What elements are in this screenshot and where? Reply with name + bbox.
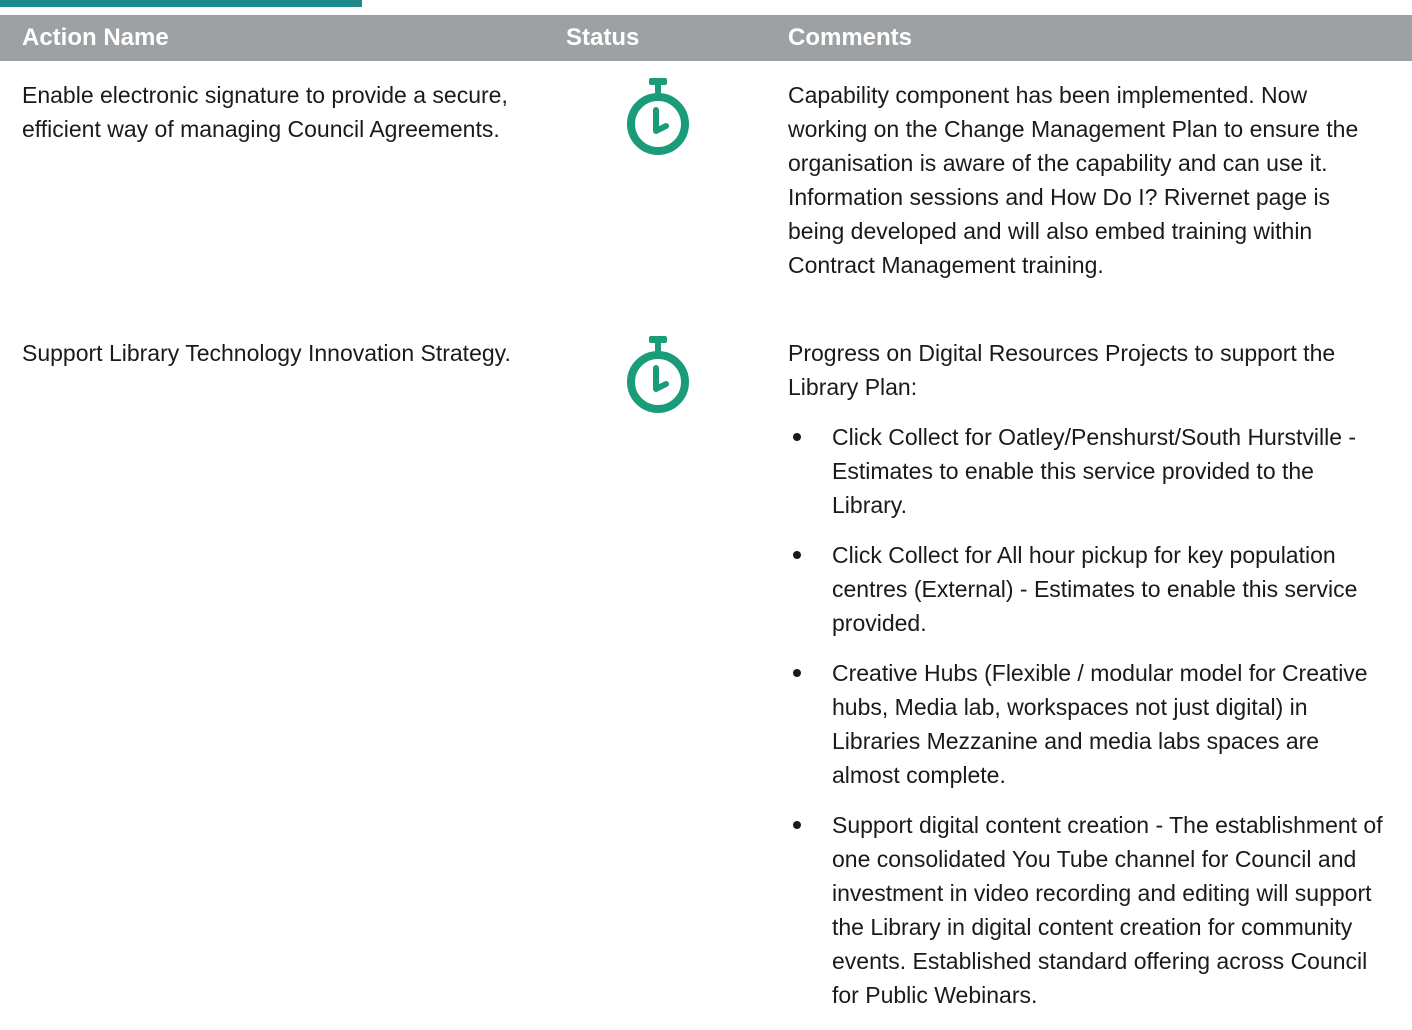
stopwatch-icon	[620, 78, 696, 158]
list-item-text: Click Collect for Oatley/Penshurst/South…	[832, 424, 1357, 518]
accent-bar	[0, 0, 362, 7]
comments-cell: Capability component has been implemente…	[788, 78, 1388, 282]
header-status: Status	[566, 24, 640, 51]
action-name-cell: Support Library Technology Innovation St…	[22, 340, 511, 366]
bullet-list: Click Collect for Oatley/Penshurst/South…	[788, 420, 1388, 1012]
comment-intro: Progress on Digital Resources Projects t…	[788, 340, 1336, 400]
list-item: Creative Hubs (Flexible / modular model …	[788, 656, 1388, 792]
table-header: Action Name Status Comments	[0, 15, 1412, 61]
list-item: Click Collect for Oatley/Penshurst/South…	[788, 420, 1388, 522]
action-status-table: Action Name Status Comments Enable elect…	[0, 0, 1412, 1030]
list-item-text: Support digital content creation - The e…	[832, 812, 1383, 1008]
bullet-icon	[793, 669, 801, 677]
action-name-cell: Enable electronic signature to provide a…	[22, 82, 508, 142]
stopwatch-icon	[620, 336, 696, 416]
list-item: Click Collect for All hour pickup for ke…	[788, 538, 1388, 640]
list-item: Support digital content creation - The e…	[788, 808, 1388, 1012]
bullet-icon	[793, 551, 801, 559]
header-comments: Comments	[788, 24, 913, 51]
list-item-text: Creative Hubs (Flexible / modular model …	[832, 660, 1368, 788]
bullet-icon	[793, 433, 801, 441]
bullet-icon	[793, 821, 801, 829]
list-item-text: Click Collect for All hour pickup for ke…	[832, 542, 1358, 636]
comment-text: Capability component has been implemente…	[788, 82, 1359, 278]
header-action-name: Action Name	[22, 24, 169, 51]
comments-cell: Progress on Digital Resources Projects t…	[788, 336, 1388, 1012]
